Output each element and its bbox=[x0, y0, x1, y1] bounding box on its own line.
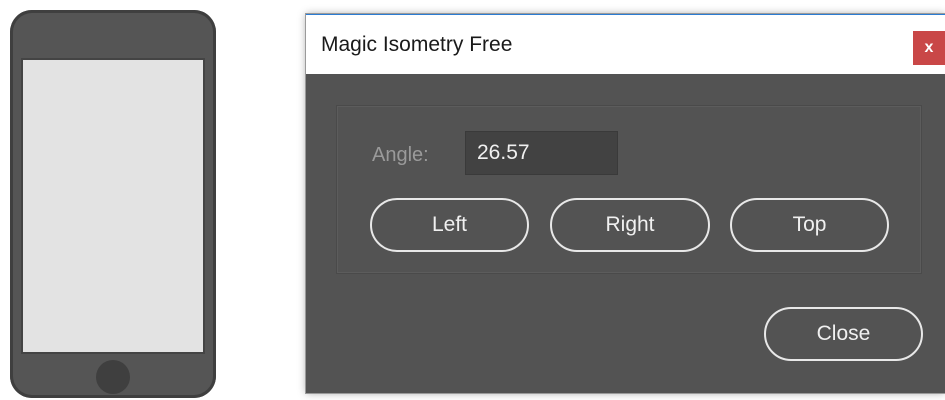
phone-home-button bbox=[96, 360, 130, 394]
top-button[interactable]: Top bbox=[730, 198, 889, 252]
angle-label: Angle: bbox=[372, 144, 429, 166]
angle-input[interactable] bbox=[465, 131, 618, 175]
smartphone-icon bbox=[10, 10, 216, 398]
left-button[interactable]: Left bbox=[370, 198, 529, 252]
phone-screen bbox=[23, 60, 203, 352]
window-close-button[interactable]: x bbox=[913, 31, 945, 65]
desktop-canvas: Magic Isometry Free x Angle: Left Right … bbox=[0, 0, 945, 400]
close-button[interactable]: Close bbox=[764, 307, 923, 361]
dialog-titlebar[interactable]: Magic Isometry Free x bbox=[306, 14, 945, 74]
magic-isometry-dialog: Magic Isometry Free x Angle: Left Right … bbox=[306, 14, 945, 393]
right-button[interactable]: Right bbox=[550, 198, 710, 252]
dialog-title: Magic Isometry Free bbox=[321, 33, 513, 56]
